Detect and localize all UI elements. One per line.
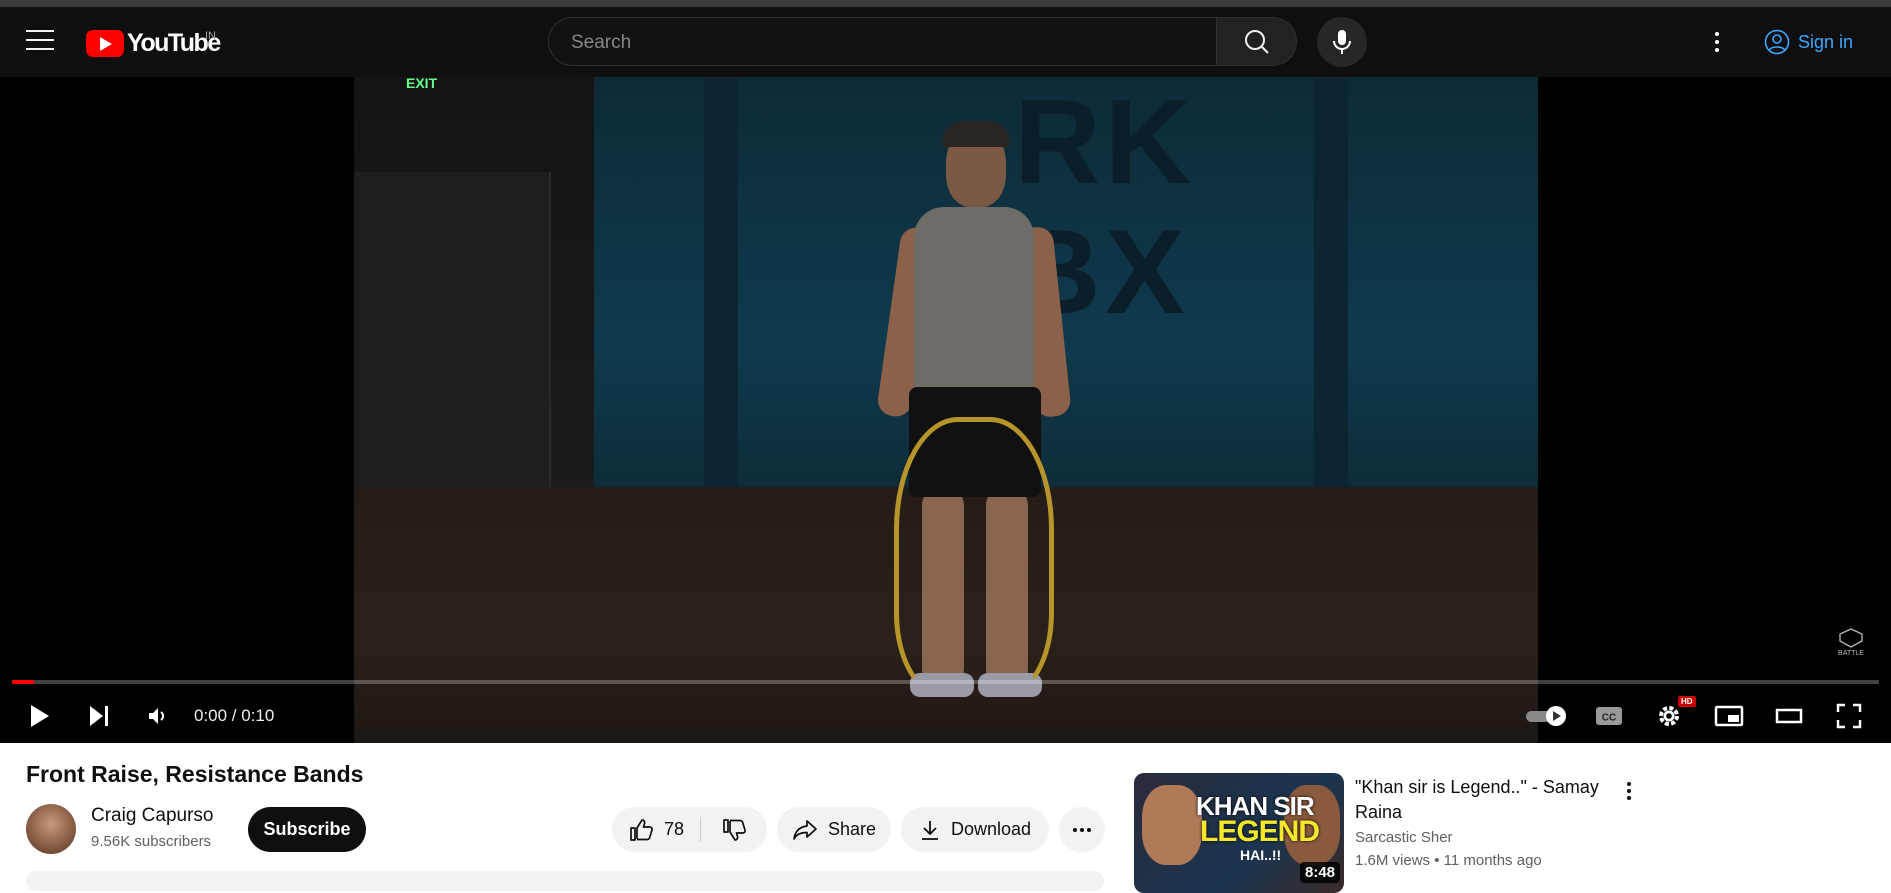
theater-mode-icon [1775,708,1803,724]
more-vertical-icon [1715,32,1719,52]
channel-name[interactable]: Craig Capurso [91,805,214,827]
channel-avatar[interactable] [26,804,76,854]
svg-text:CC: CC [1602,713,1616,724]
play-icon [31,705,49,727]
more-horizontal-icon [1073,827,1091,832]
recommended-meta: 1.6M views • 11 months ago [1355,852,1542,869]
settings-more-button[interactable] [1702,25,1732,59]
more-actions-button[interactable] [1059,807,1105,852]
share-button[interactable]: Share [777,807,891,852]
video-duration: 8:48 [1300,862,1341,883]
play-button[interactable] [18,690,60,742]
thumbnail-face [1142,785,1202,865]
hd-badge: HD [1678,696,1696,707]
time-display: 0:00 / 0:10 [194,706,275,725]
next-button[interactable] [78,690,120,742]
masthead: YouTube IN Sign in [0,7,1891,77]
captions-button[interactable]: CC [1584,690,1634,742]
region-code: IN [205,30,216,42]
fullscreen-button[interactable] [1824,690,1874,742]
person-torso [914,207,1034,397]
thumbs-down-icon [723,818,746,841]
video-title: Front Raise, Resistance Bands [26,761,364,787]
search-button[interactable] [1217,17,1297,66]
recommended-thumbnail[interactable]: KHAN SIR LEGEND HAI..!! 8:48 [1134,773,1344,893]
download-button[interactable]: Download [901,807,1049,852]
download-label: Download [950,819,1032,839]
mute-button[interactable] [136,690,178,742]
sign-in-button[interactable]: Sign in [1764,21,1874,63]
recommended-channel[interactable]: Sarcastic Sher [1355,829,1453,846]
search-box [548,17,1217,67]
skip-next-icon [90,706,108,726]
progress-bar[interactable] [12,680,1879,684]
like-dislike-group: 78 [612,807,767,852]
youtube-logo[interactable]: YouTube [86,29,221,57]
microphone-icon [1333,30,1351,54]
autoplay-toggle-icon [1526,706,1566,726]
miniplayer-button[interactable] [1704,690,1754,742]
more-vertical-icon [1627,782,1631,800]
search-icon [1245,30,1269,54]
closed-captions-icon: CC [1596,707,1622,725]
wall-pillar [704,77,738,497]
watermark-text: BATTLE [1838,650,1864,657]
like-button[interactable]: 78 [612,807,700,852]
video-player[interactable]: EXIT RK BX BATTLE 0:00 / 0:10 CC [0,77,1891,743]
search-input[interactable] [569,18,1193,67]
recommended-title[interactable]: "Khan sir is Legend.." - Samay Raina [1355,775,1615,825]
recommended-views: 1.6M views [1355,852,1431,869]
volume-icon [149,708,164,724]
thumbs-up-icon [630,818,653,841]
fullscreen-icon [1836,703,1862,729]
recommended-age: 11 months ago [1443,852,1542,869]
progress-played [12,680,35,684]
share-icon [793,819,817,840]
download-icon [921,820,938,840]
subscriber-count: 9.56K subscribers [91,833,212,850]
sign-in-label: Sign in [1798,31,1854,52]
battle-logo-icon [1839,628,1863,648]
wall-pillar [1314,77,1348,497]
share-label: Share [827,819,877,839]
youtube-play-icon [86,29,124,57]
video-frame: EXIT RK BX [354,77,1538,743]
like-count: 78 [663,819,685,839]
thumbnail-text: LEGEND [1200,815,1320,848]
channel-watermark[interactable]: BATTLE [1834,628,1868,657]
account-circle-icon [1764,29,1790,55]
autoplay-toggle[interactable] [1520,690,1574,742]
dislike-button[interactable] [701,807,767,852]
recommended-video[interactable]: KHAN SIR LEGEND HAI..!! 8:48 "Khan sir i… [1134,773,1854,893]
voice-search-button[interactable] [1317,17,1367,67]
gym-door [354,172,551,502]
recommended-more-button[interactable] [1614,773,1644,809]
thumbnail-text: HAI..!! [1240,847,1282,863]
person-cap [942,121,1010,147]
theater-mode-button[interactable] [1764,690,1814,742]
description-box[interactable] [26,871,1104,891]
menu-icon[interactable] [26,30,54,54]
meta-separator: • [1434,852,1444,869]
miniplayer-icon [1714,705,1744,727]
subscribe-button[interactable]: Subscribe [248,807,366,852]
exit-sign: EXIT [406,77,438,91]
resistance-band [894,417,1054,697]
browser-top-strip [0,0,1891,7]
player-controls: 0:00 / 0:10 CC [0,690,1891,742]
